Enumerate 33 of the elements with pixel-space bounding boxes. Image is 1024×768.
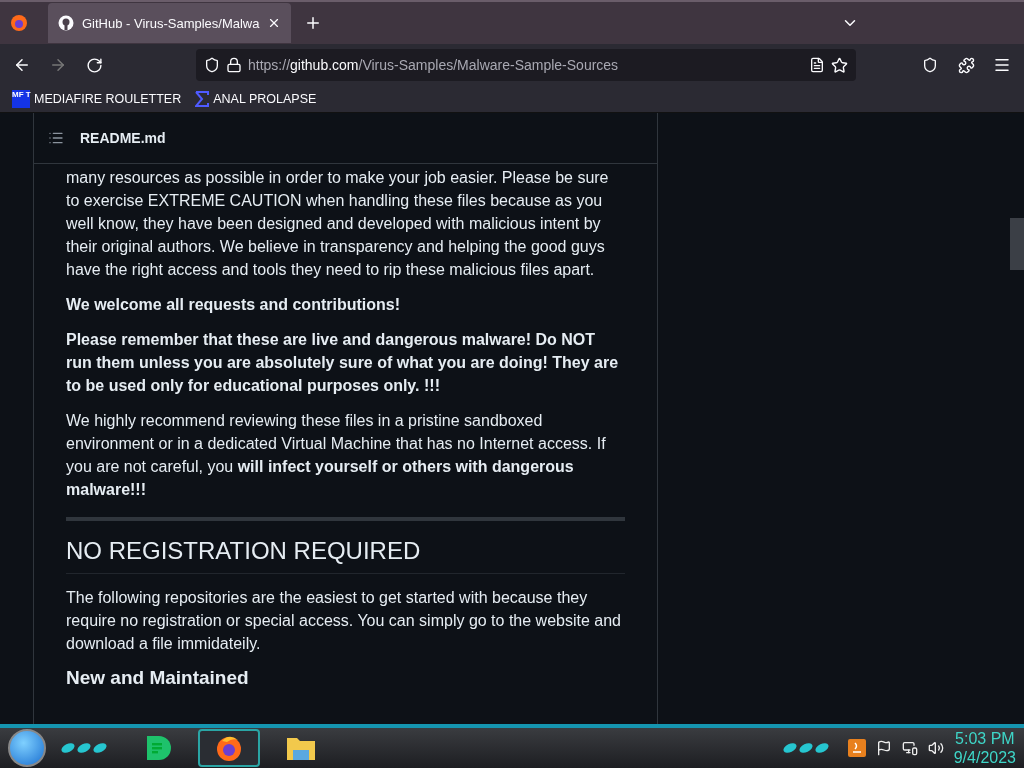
paragraph: We welcome all requests and contributions! bbox=[66, 295, 401, 315]
clock[interactable]: 5:03 PM 9/4/2023 bbox=[953, 729, 1016, 767]
bookmark[interactable]: ANAL PROLAPSE bbox=[195, 91, 317, 107]
section-heading: NO REGISTRATION REQUIRED bbox=[66, 537, 625, 574]
paragraph: We highly recommend reviewing these files in a pristine sandboxed environment or in a dedicated Virtual Machine that has no Internet access. If you are not careful, you will infect yourself or others with dangerous malware!!! bbox=[66, 411, 607, 500]
readme-title: README.md bbox=[80, 130, 166, 146]
paragraph: The following repositories are the easiest to get started with because they require no registration or special access. You can simply go to the website and download a file immidateily. bbox=[66, 588, 622, 654]
subsection-heading: New and Maintained bbox=[66, 667, 250, 689]
paragraph: many resources as possible in order to make your job easier. Please be sure to exercise EXTREME CAUTION when handling these files because as you well know, they have been designed and developed with malicious intent by their original authors. We believe in transparency and helping the good guys have the right access and tools they need to rip these malicious files apart. bbox=[66, 168, 610, 280]
sigma-icon bbox=[195, 91, 210, 107]
flag-icon[interactable] bbox=[875, 740, 892, 756]
bookmark-icon: MF T bbox=[12, 90, 30, 108]
network-icon[interactable] bbox=[901, 740, 918, 756]
outline-icon[interactable] bbox=[48, 130, 64, 146]
taskbar-app[interactable] bbox=[198, 729, 260, 767]
paragraph: Please remember that these are live and dangerous malware! Do NOT run them unless you are absolutely sure of what you are doing! They are to be used only for educational purposes only. !!! bbox=[66, 330, 620, 396]
volume-icon[interactable] bbox=[927, 740, 944, 756]
bookmark[interactable]: MF T MEDIAFIRE ROULETTER bbox=[12, 90, 182, 108]
firefox-icon[interactable] bbox=[10, 14, 28, 32]
github-icon bbox=[58, 15, 74, 31]
address-bar[interactable]: https://github.com/Virus-Samples/Malware-Sample-Sources bbox=[196, 49, 856, 81]
reload-icon bbox=[85, 56, 103, 74]
arrow-right-icon bbox=[49, 56, 67, 74]
start-button[interactable] bbox=[8, 729, 46, 767]
scrollbar-thumb[interactable] bbox=[1010, 218, 1024, 270]
star-icon[interactable] bbox=[831, 56, 848, 74]
browser-tab[interactable]: GitHub - Virus-Samples/Malwa bbox=[48, 3, 292, 43]
java-icon[interactable] bbox=[847, 739, 866, 757]
shield-icon bbox=[204, 57, 220, 73]
puzzle-icon bbox=[957, 56, 975, 74]
menu-icon bbox=[993, 56, 1011, 74]
lock-icon bbox=[226, 57, 242, 73]
reader-view-icon[interactable] bbox=[809, 57, 825, 73]
